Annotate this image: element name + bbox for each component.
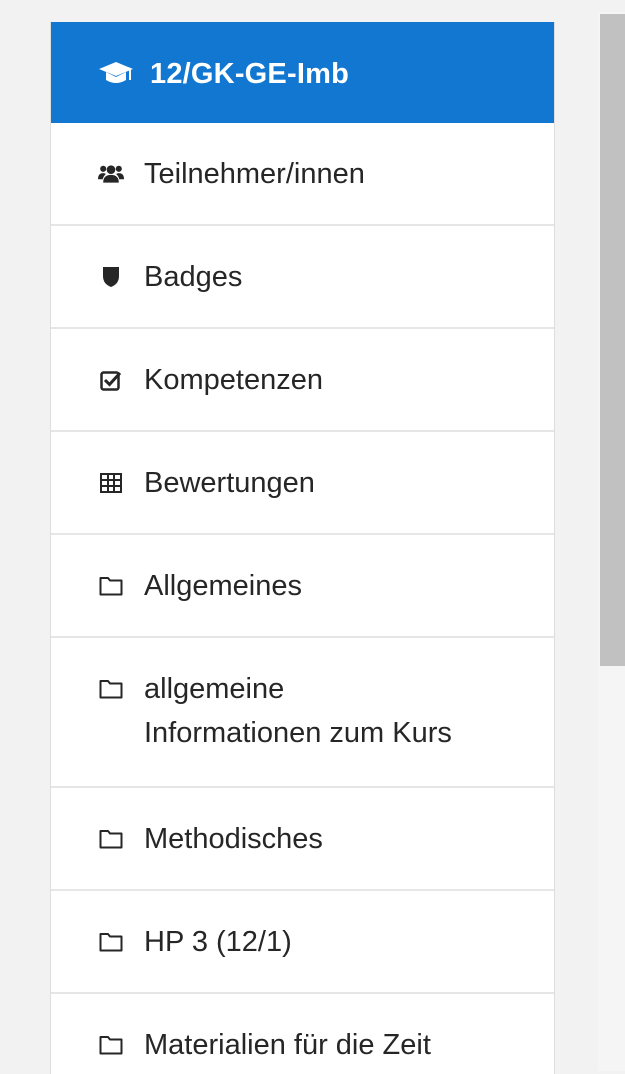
nav-item-badges[interactable]: Badges <box>51 226 554 329</box>
nav-item-participants[interactable]: Teilnehmer/innen <box>51 123 554 226</box>
nav-item-section-methods[interactable]: Methodisches <box>51 788 554 891</box>
folder-icon <box>98 920 124 964</box>
nav-item-grades[interactable]: Bewertungen <box>51 432 554 535</box>
folder-icon <box>98 564 124 608</box>
nav-item-label: Methodisches <box>144 823 323 855</box>
nav-item-label-line2: Informationen zum Kurs <box>144 717 452 749</box>
nav-item-label: Materialien für die Zeit <box>144 1029 431 1061</box>
nav-item-label: Teilnehmer/innen <box>144 158 365 190</box>
nav-item-label: Kompetenzen <box>144 364 323 396</box>
course-title: 12/GK-GE-Imb <box>150 58 349 90</box>
checkbox-icon <box>98 358 124 402</box>
nav-item-competencies[interactable]: Kompetenzen <box>51 329 554 432</box>
users-icon <box>98 152 124 196</box>
nav-item-label: HP 3 (12/1) <box>144 926 292 958</box>
nav-item-label: Badges <box>144 261 243 293</box>
folder-icon <box>98 667 124 711</box>
scrollbar-thumb[interactable] <box>600 14 625 666</box>
folder-icon <box>98 1023 124 1067</box>
nav-item-label: Bewertungen <box>144 467 315 499</box>
nav-item-label-line1: allgemeine <box>144 673 285 705</box>
nav-item-section-course-info[interactable]: allgemeine Informationen zum Kurs <box>51 638 554 788</box>
nav-course-home[interactable]: 12/GK-GE-Imb <box>51 22 554 123</box>
nav-item-section-general[interactable]: Allgemeines <box>51 535 554 638</box>
nav-item-label: Allgemeines <box>144 570 302 602</box>
nav-item-section-hp3[interactable]: HP 3 (12/1) <box>51 891 554 994</box>
nav-item-label: allgemeine Informationen zum Kurs <box>144 638 452 755</box>
folder-icon <box>98 817 124 861</box>
graduation-cap-icon <box>96 52 136 96</box>
course-navigation: 12/GK-GE-Imb Teilnehmer/innen Badges Kom… <box>50 22 555 1074</box>
nav-item-section-materials[interactable]: Materialien für die Zeit <box>51 994 554 1074</box>
shield-icon <box>98 255 124 299</box>
table-icon <box>98 461 124 505</box>
